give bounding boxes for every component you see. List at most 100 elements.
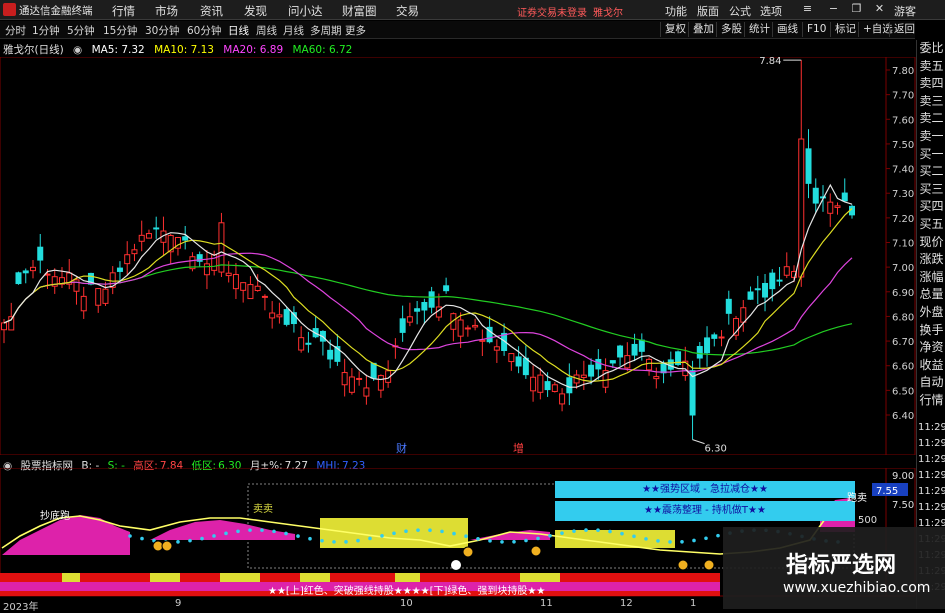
title-bar: 通达信金融终端 行情 市场 资讯 发现 问小达 财富圈 交易 证券交易未登录 雅… [0,0,945,20]
period-15min[interactable]: 15分钟 [103,23,137,38]
price-tick-1: 7.70 [892,91,914,102]
price-tick-3: 7.50 [892,140,914,151]
candle-body-74 [537,374,544,393]
ma-toggle-icon[interactable]: ◉ [73,44,82,56]
candle-body-59 [428,291,435,308]
draw-line-button[interactable]: 画线 [772,22,798,37]
indicator-dot-1 [140,536,144,541]
candle-body-34 [247,284,254,300]
candle-body-39 [283,309,290,325]
price-tick-0: 7.80 [892,66,914,77]
band-red-yellow-13 [650,573,720,582]
menu-options[interactable]: 选项 [760,3,782,19]
candle-body-87 [631,343,638,356]
menu-formula[interactable]: 公式 [729,3,751,19]
event-label-increase: 增 [513,441,524,455]
period-weekly[interactable]: 周线 [256,23,277,38]
period-intraday[interactable]: 分时 [5,23,26,38]
candle-body-61 [443,285,450,292]
restore-icon[interactable]: ❐ [850,2,863,15]
period-multi[interactable]: 多周期 [310,23,342,38]
menu-guest[interactable]: 游客 [894,3,916,19]
candle-body-80 [580,374,587,378]
indicator-dot-21 [380,534,384,538]
candle-body-104 [754,288,761,291]
indicator-dot-16 [320,538,324,543]
period-more[interactable]: 更多 [345,23,366,38]
candle-body-2 [15,272,22,285]
menu-layout[interactable]: 版面 [697,3,719,19]
period-1min[interactable]: 1分钟 [32,23,60,38]
indicator-dot-27 [452,531,456,536]
period-monthly[interactable]: 月线 [283,23,304,38]
low-marker-line [692,439,705,445]
candle-body-3 [22,270,29,274]
minimize-icon[interactable]: − [827,2,840,15]
indicator-dot-32 [512,539,516,544]
sub-axis-500: 500 [858,515,877,526]
menu-wealth-circle[interactable]: 财富圈 [342,3,377,19]
multi-stock-button[interactable]: 多股 [716,22,742,37]
add-favorite-button[interactable]: +自选 [858,22,893,37]
sub-axis-current: 7.55 [876,486,898,497]
menu-trade[interactable]: 交易 [396,3,419,19]
price-tick-9: 6.90 [892,288,914,299]
date-label-10: 10 [400,598,413,609]
indicator-dot-5 [188,538,192,543]
menu-quotes[interactable]: 行情 [112,3,135,19]
f10-button[interactable]: F10 [802,22,826,37]
indicator-dot-15 [308,536,312,541]
ma5-value: MA5: 7.32 [91,44,145,56]
period-60min[interactable]: 60分钟 [187,23,221,38]
ma60-value: MA60: 6.72 [292,44,353,56]
candle-body-107 [776,279,783,282]
signal-coin-icon-2 [462,546,474,558]
candle-body-82 [595,358,602,370]
price-tick-7: 7.10 [892,239,914,250]
candle-body-98 [711,334,718,339]
candlestick-chart[interactable]: 7.80 7.70 7.60 7.50 7.40 7.30 7.20 7.10 7.00 6.90… [0,57,945,455]
price-tick-4: 7.40 [892,165,914,176]
menu-news[interactable]: 资讯 [200,3,223,19]
candle-body-70 [508,353,515,363]
plus-marker-icon [451,560,461,570]
indicator-dot-14 [296,534,300,538]
indicator-dot-40 [608,529,612,534]
menu-ask-xiaoda[interactable]: 问小达 [288,3,323,19]
indicator-dot-34 [536,536,540,541]
indicator-dot-23 [404,529,408,534]
overlay-button[interactable]: 叠加 [688,22,714,37]
indicator-dot-47 [692,538,696,543]
candle-body-71 [515,356,522,367]
candle-body-90 [653,376,660,380]
indicator-dot-45 [668,540,672,544]
band-red-yellow-5 [220,573,260,582]
period-daily[interactable]: 日线 [228,23,249,38]
menu-function[interactable]: 功能 [665,3,687,19]
login-status[interactable]: 证券交易未登录 [517,4,587,19]
close-icon[interactable]: ✕ [873,2,886,15]
menu-icon[interactable]: ≡ [801,2,814,15]
side-tab-0[interactable]: 委比 [917,40,945,58]
candle-body-55 [399,318,406,333]
indicator-dot-41 [620,531,624,536]
candle-body-97 [704,337,711,354]
ma10-value: MA10: 7.13 [154,44,214,56]
candle-body-57 [414,308,421,312]
menu-discover[interactable]: 发现 [244,3,267,19]
back-button[interactable]: 返回 [889,22,915,37]
period-30min[interactable]: 30分钟 [145,23,179,38]
candle-body-72 [522,357,529,376]
period-5min[interactable]: 5分钟 [67,23,95,38]
adjust-button[interactable]: 复权 [660,22,686,37]
indicator-dot-44 [656,539,660,543]
menu-market[interactable]: 市场 [155,3,178,19]
ma-info-line: 雅戈尔(日线) ◉ MA5: 7.32 MA10: 7.13 MA20: 6.8… [3,42,358,56]
statistics-button[interactable]: 统计 [744,22,770,37]
candle-body-18 [131,249,138,255]
signal-text-bottom-run: 抄底跑 [40,511,70,522]
indicator-dot-20 [368,536,372,541]
mark-button[interactable]: 标记 [830,22,856,37]
candle-body-0 [1,322,7,331]
candle-body-50 [363,387,370,397]
